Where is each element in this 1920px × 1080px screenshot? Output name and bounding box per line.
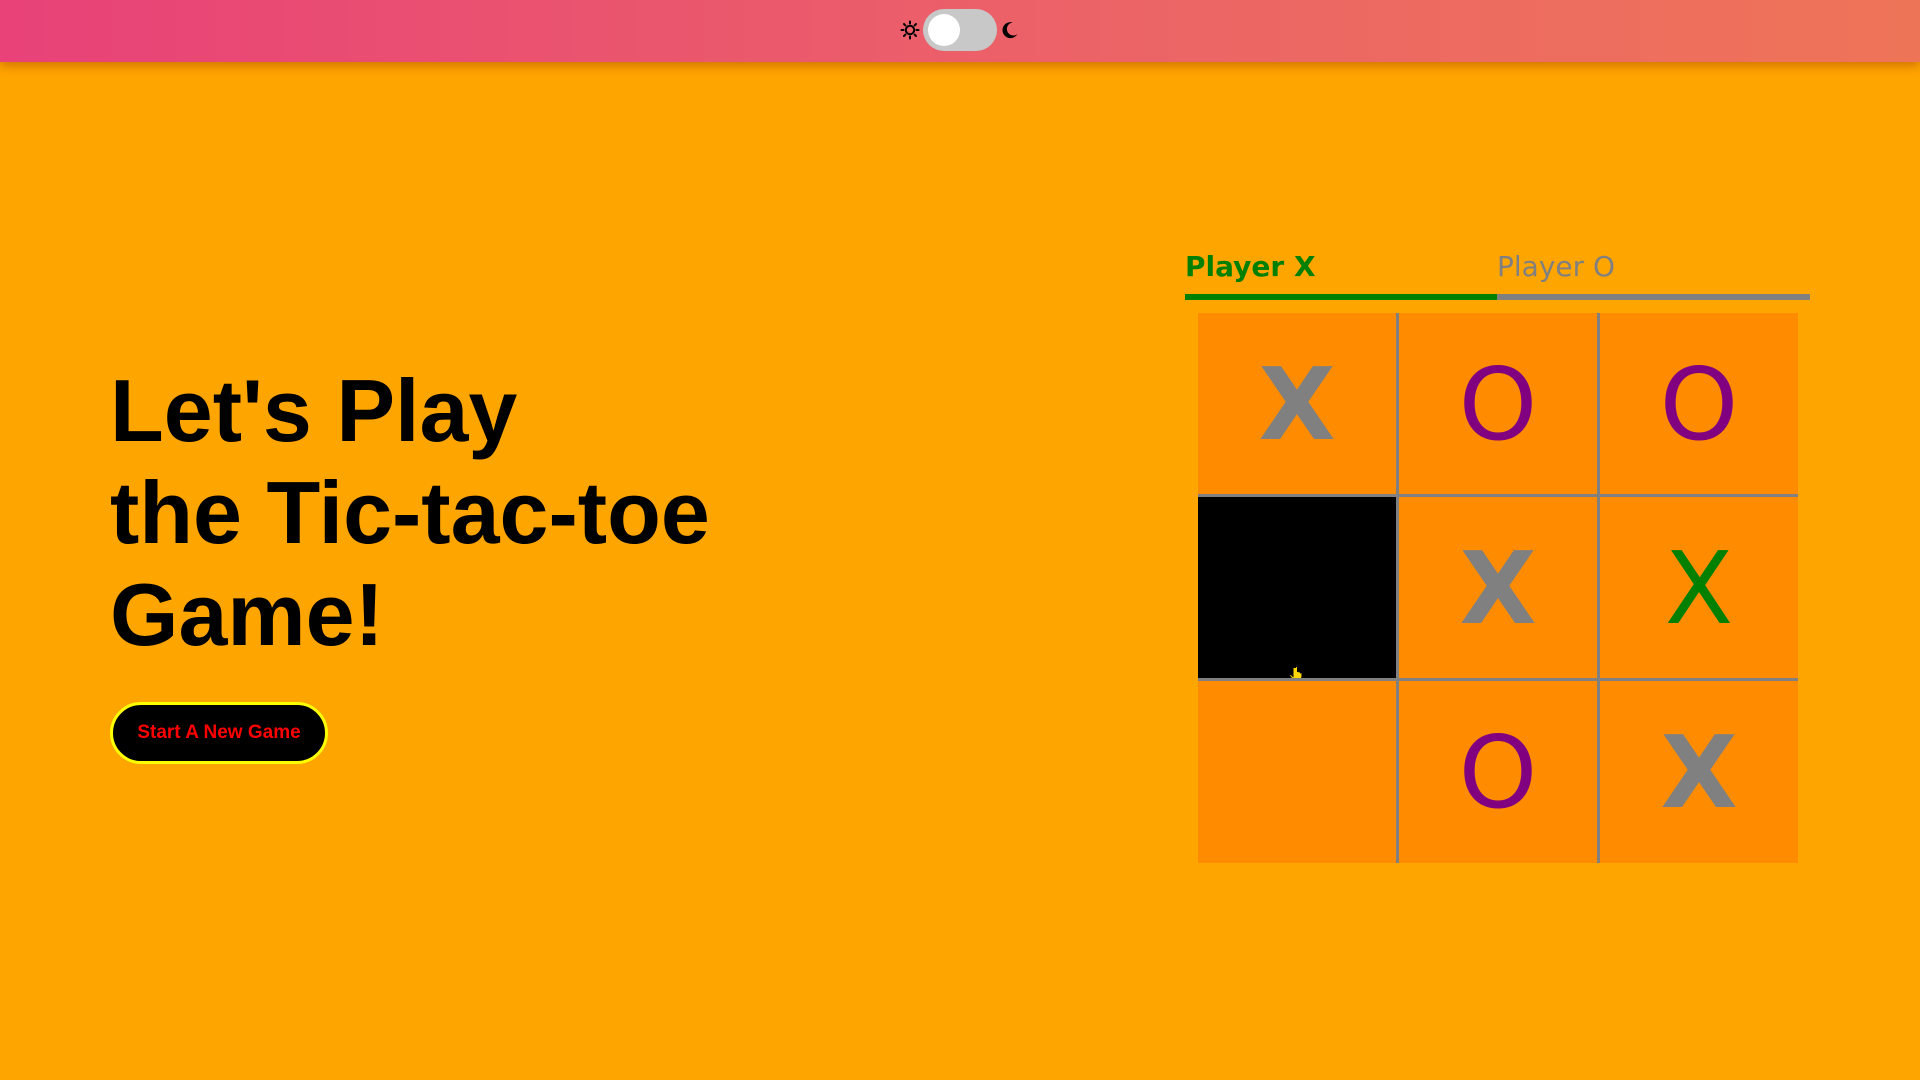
start-new-game-button[interactable]: Start A New Game (110, 702, 328, 764)
theme-switch[interactable] (923, 9, 997, 51)
theme-toggle (899, 9, 1021, 51)
board-cell[interactable]: O (1396, 313, 1597, 494)
board-cell[interactable]: X (1396, 494, 1597, 678)
board-cell[interactable]: X (1597, 494, 1798, 678)
x-mark: X (1459, 529, 1537, 647)
theme-switch-knob[interactable] (928, 14, 960, 46)
hero-title: Let's Play the Tic-tac-toe Game! (110, 360, 710, 666)
board-cell[interactable] (1198, 678, 1396, 863)
board-cell[interactable] (1198, 494, 1396, 682)
x-mark: X (1660, 714, 1738, 831)
x-mark: X (1664, 529, 1734, 647)
o-mark: O (1458, 345, 1538, 463)
board-cell[interactable]: O (1396, 678, 1597, 863)
game-board: XOOXXOX (1198, 313, 1798, 863)
o-mark: O (1659, 345, 1739, 463)
x-mark: X (1258, 345, 1336, 463)
hero-title-line: the Tic-tac-toe (110, 463, 710, 562)
tab-player-o[interactable]: Player O (1497, 248, 1810, 300)
sun-icon (899, 19, 921, 41)
hero-title-block: Let's Play the Tic-tac-toe Game! (110, 360, 710, 666)
tab-player-x[interactable]: Player X (1185, 248, 1497, 300)
board-cell[interactable]: X (1597, 678, 1798, 863)
o-mark: O (1458, 714, 1538, 831)
board-cell[interactable]: X (1198, 313, 1396, 494)
top-bar (0, 0, 1920, 62)
player-tabs: Player X Player O (1185, 248, 1810, 300)
hero-title-line: Game! (110, 565, 384, 664)
board-cell[interactable]: O (1597, 313, 1798, 494)
moon-icon (999, 19, 1021, 41)
hero-title-line: Let's Play (110, 361, 518, 460)
pointer-cursor-icon (1288, 593, 1304, 682)
